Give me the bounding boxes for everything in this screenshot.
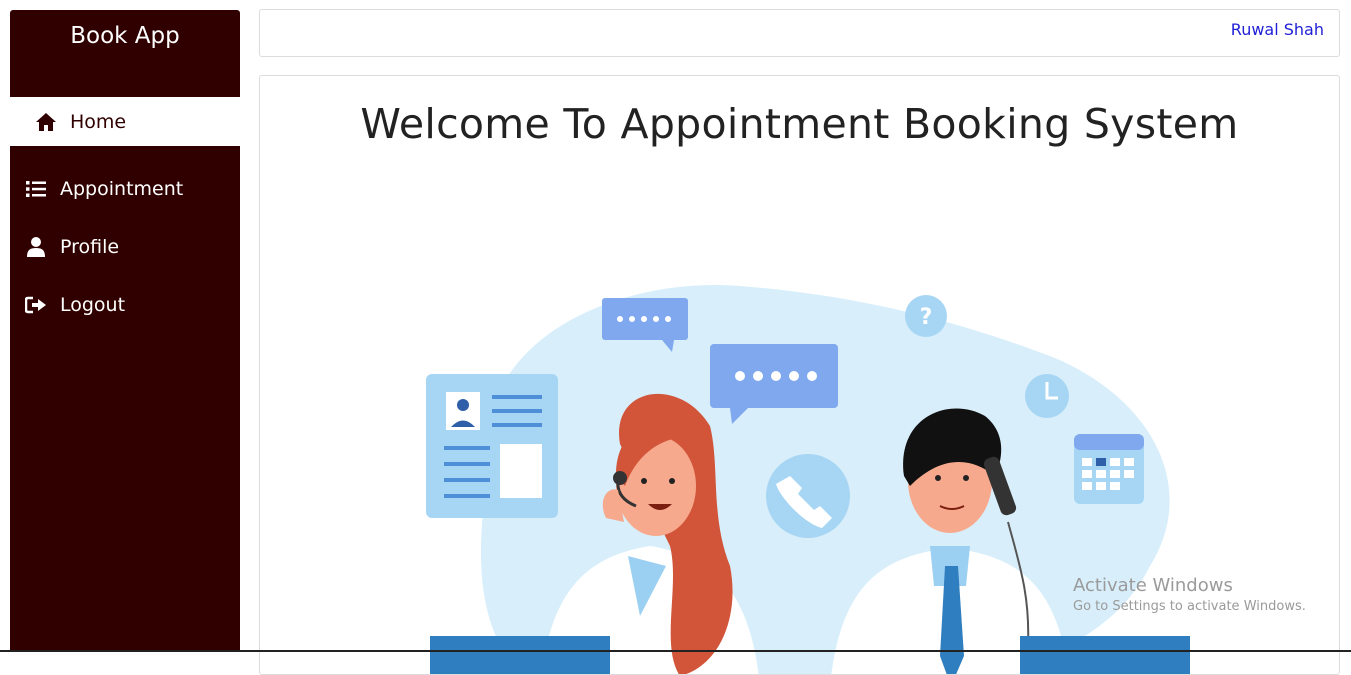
sidebar-item-logout[interactable]: Logout (10, 276, 240, 334)
watermark-title: Activate Windows (1073, 575, 1233, 596)
sidebar-item-label: Home (70, 110, 127, 133)
svg-text:?: ? (920, 305, 933, 330)
user-icon (24, 235, 48, 259)
activate-windows-watermark: Activate Windows Go to Settings to activ… (1073, 575, 1306, 614)
sidebar: Book App Home Appointment Profile Logout (10, 10, 240, 652)
watermark-subtitle: Go to Settings to activate Windows. (1073, 599, 1306, 614)
list-icon (24, 177, 48, 201)
sidebar-item-label: Profile (60, 236, 120, 258)
sidebar-item-label: Appointment (60, 178, 184, 200)
sidebar-item-profile[interactable]: Profile (10, 218, 240, 276)
user-name-link[interactable]: Ruwal Shah (1231, 20, 1324, 39)
logout-icon (24, 293, 48, 317)
page-title: Welcome To Appointment Booking System (360, 100, 1239, 148)
brand-title[interactable]: Book App (10, 10, 240, 96)
sidebar-item-label: Logout (60, 294, 126, 316)
sidebar-item-appointment[interactable]: Appointment (10, 160, 240, 218)
home-icon (34, 110, 58, 134)
sidebar-item-home[interactable]: Home (10, 97, 240, 146)
top-bar: Ruwal Shah (259, 9, 1340, 57)
